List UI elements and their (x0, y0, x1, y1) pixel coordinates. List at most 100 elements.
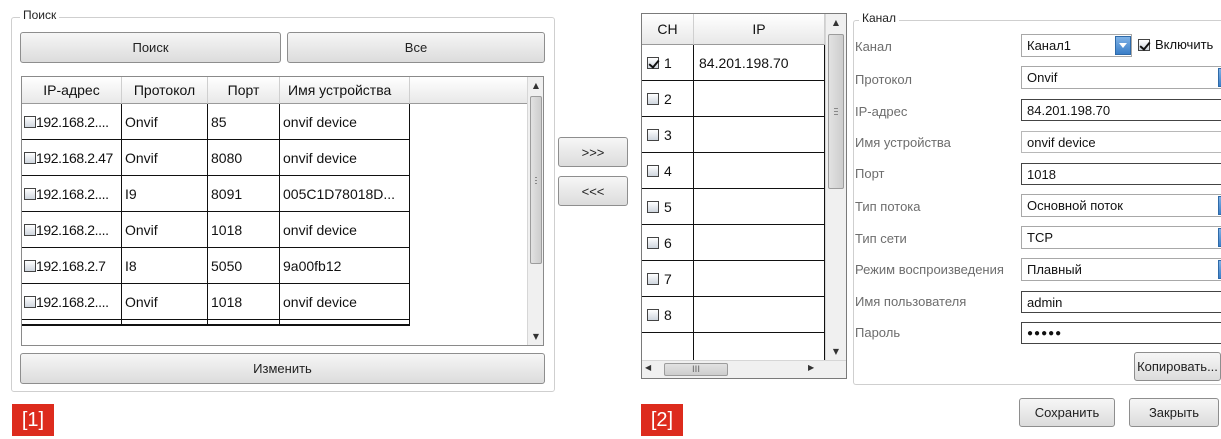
label-channel: Канал (855, 39, 892, 54)
scroll-down-icon[interactable]: ▼ (528, 328, 543, 345)
channel-row[interactable]: 5 (642, 189, 825, 225)
table-row[interactable]: 192.168.2.... I9 8091 005C1D78018D... (22, 176, 410, 212)
chevron-down-icon[interactable] (1115, 36, 1131, 55)
label-playback-mode: Режим воспроизведения (855, 262, 1004, 277)
password-field[interactable]: ●●●●● (1021, 322, 1221, 344)
channel-checkbox[interactable] (647, 308, 659, 321)
channel-checkbox[interactable] (647, 236, 659, 249)
channel-checkbox[interactable] (647, 56, 659, 69)
scroll-left-icon[interactable]: ◀ (645, 363, 651, 372)
table-row-partial[interactable] (22, 320, 410, 326)
channel-checkbox[interactable] (647, 164, 659, 177)
add-to-channel-button[interactable]: >>> (558, 137, 628, 167)
channel-row[interactable]: 4 (642, 153, 825, 189)
ip-cell: 192.168.2.... (22, 284, 122, 319)
column-header-ip[interactable]: IP-адрес (22, 77, 122, 104)
search-button[interactable]: Поиск (20, 32, 281, 63)
save-button[interactable]: Сохранить (1019, 398, 1115, 427)
copy-button[interactable]: Копировать... (1134, 352, 1221, 381)
row-checkbox[interactable] (24, 295, 36, 308)
channel-ip-cell (694, 117, 825, 152)
table-row[interactable]: 192.168.2.... Onvif 85 onvif device (22, 104, 410, 140)
table-row[interactable]: 192.168.2.47 Onvif 8080 onvif device (22, 140, 410, 176)
protocol-cell: Onvif (122, 140, 208, 175)
channel-select[interactable]: Канал1 (1021, 34, 1132, 57)
channel-row[interactable]: 7 (642, 261, 825, 297)
channel-row[interactable]: 1 84.201.198.70 (642, 45, 825, 81)
channel-row-partial[interactable] (642, 333, 825, 360)
device-table[interactable]: IP-адрес Протокол Порт Имя устройства 19… (21, 76, 544, 346)
channel-checkbox[interactable] (647, 200, 659, 213)
edit-button[interactable]: Изменить (20, 353, 545, 384)
label-protocol: Протокол (855, 72, 912, 87)
device-name-cell: onvif device (280, 284, 410, 319)
channel-row[interactable]: 8 (642, 297, 825, 333)
row-checkbox[interactable] (24, 151, 36, 164)
table-row[interactable]: 192.168.2.... Onvif 1018 onvif device (22, 284, 410, 320)
remove-from-channel-button[interactable]: <<< (558, 176, 628, 206)
all-button[interactable]: Все (287, 32, 545, 63)
column-header-protocol[interactable]: Протокол (122, 77, 208, 104)
ip-cell: 192.168.2.... (22, 104, 122, 139)
stream-type-select[interactable]: Основной поток (1021, 194, 1221, 217)
channel-table[interactable]: CH IP 1 84.201.198.70 2 3 4 5 6 7 8 ▲ ▼ … (641, 13, 847, 379)
scroll-up-icon[interactable]: ▲ (826, 14, 846, 31)
device-name-cell: 9a00fb12 (280, 248, 410, 283)
port-cell: 8080 (208, 140, 280, 175)
channel-checkbox[interactable] (647, 272, 659, 285)
column-header-channel-ip[interactable]: IP (694, 14, 825, 45)
channel-row[interactable]: 2 (642, 81, 825, 117)
device-name-cell: onvif device (280, 104, 410, 139)
enable-label: Включить (1155, 37, 1214, 52)
row-checkbox[interactable] (24, 259, 36, 272)
scroll-down-icon[interactable]: ▼ (826, 343, 846, 360)
protocol-cell: I8 (122, 248, 208, 283)
channel-table-hscrollbar[interactable]: ◀ III ▶ (642, 360, 846, 378)
port-cell: 85 (208, 104, 280, 139)
label-ip: IP-адрес (855, 104, 908, 119)
column-header-device-name[interactable]: Имя устройства (280, 77, 410, 104)
channel-ip-cell (694, 261, 825, 296)
table-row[interactable]: 192.168.2.7 I8 5050 9a00fb12 (22, 248, 410, 284)
device-table-scrollbar[interactable]: ▲ ▼ (527, 77, 543, 345)
channel-group-title: Канал (859, 11, 899, 25)
label-network-type: Тип сети (855, 231, 907, 246)
channel-ip-cell (694, 153, 825, 188)
row-checkbox[interactable] (24, 223, 36, 236)
scroll-thumb[interactable] (530, 96, 542, 264)
close-button[interactable]: Закрыть (1129, 398, 1219, 427)
protocol-cell: Onvif (122, 284, 208, 319)
channel-checkbox[interactable] (647, 92, 659, 105)
port-cell: 1018 (208, 284, 280, 319)
enable-checkbox-group[interactable]: Включить (1138, 37, 1213, 52)
enable-checkbox[interactable] (1138, 38, 1150, 51)
channel-row[interactable]: 3 (642, 117, 825, 153)
table-row[interactable]: 192.168.2.... Onvif 1018 onvif device (22, 212, 410, 248)
column-header-ch[interactable]: CH (642, 14, 694, 45)
network-type-select[interactable]: TCP (1021, 226, 1221, 249)
row-checkbox[interactable] (24, 115, 36, 128)
scroll-up-icon[interactable]: ▲ (528, 77, 543, 94)
label-username: Имя пользователя (855, 294, 967, 309)
hscroll-thumb[interactable]: III (664, 363, 728, 376)
callout-label-1: [1] (12, 404, 54, 436)
channel-checkbox[interactable] (647, 128, 659, 141)
port-field[interactable]: 1018 (1021, 163, 1221, 185)
label-device-name: Имя устройства (855, 135, 951, 150)
scroll-thumb[interactable] (828, 34, 844, 189)
device-name-field[interactable]: onvif device (1021, 131, 1221, 153)
ip-address-field[interactable]: 84.201.198.70 (1021, 99, 1221, 121)
row-checkbox[interactable] (24, 187, 36, 200)
port-cell: 1018 (208, 212, 280, 247)
channel-table-vscrollbar[interactable]: ▲ ▼ (825, 14, 846, 360)
protocol-cell: Onvif (122, 104, 208, 139)
playback-mode-select[interactable]: Плавный (1021, 258, 1221, 281)
ip-cell: 192.168.2.... (22, 212, 122, 247)
protocol-cell: I9 (122, 176, 208, 211)
username-field[interactable]: admin (1021, 291, 1221, 313)
column-header-port[interactable]: Порт (208, 77, 280, 104)
label-stream-type: Тип потока (855, 199, 921, 214)
channel-row[interactable]: 6 (642, 225, 825, 261)
protocol-select[interactable]: Onvif (1021, 66, 1221, 89)
scroll-right-icon[interactable]: ▶ (808, 363, 814, 372)
